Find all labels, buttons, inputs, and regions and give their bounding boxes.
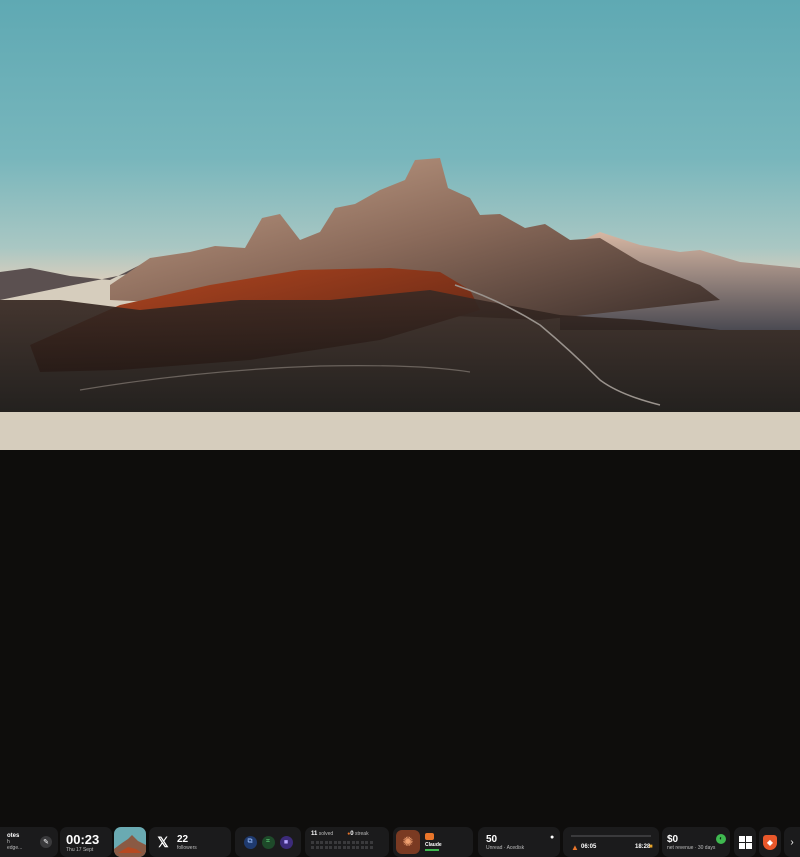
media-indicator-icon: ■	[649, 844, 653, 850]
solved-label: solved	[318, 831, 334, 837]
revenue-widget[interactable]: $0 net revenue · 30 days ◐	[662, 827, 730, 857]
window-app-icon[interactable]: ⧉	[243, 835, 257, 849]
unread-count: 50	[486, 833, 498, 845]
mountain-thumbnail-icon	[114, 827, 146, 857]
clock-date: Thu 17 Sept	[66, 846, 94, 853]
revenue-label: net revenue · 30 days	[667, 844, 716, 851]
unread-label: Unread · Acedisk	[486, 844, 525, 851]
purple-app-icon[interactable]: ■	[279, 835, 293, 849]
github-icon: ●	[550, 834, 555, 841]
x-logo-icon: 𝕏	[157, 833, 169, 850]
claude-widget[interactable]: ✺ Claude	[393, 827, 473, 857]
x-follower-count: 22	[177, 833, 189, 845]
revenue-amount: $0	[667, 833, 679, 845]
flame-icon: ▲	[571, 843, 579, 852]
unread-widget[interactable]: 50 Unread · Acedisk ●	[478, 827, 560, 857]
solved-count: 11	[311, 831, 318, 837]
x-follower-label: followers	[177, 844, 197, 851]
app-icons-widget: ⧉ ⌗ ■	[235, 827, 301, 857]
orange-badge-icon	[425, 833, 434, 840]
media-time-left: 06:05	[581, 844, 597, 850]
revenue-logo-icon: ◐	[716, 834, 726, 844]
widget-bar: otes h edge... ✎ 00:23 Thu 17 Sept 𝕏 22 …	[0, 412, 800, 857]
notes-widget[interactable]: otes h edge... ✎	[0, 827, 58, 857]
x-followers-widget[interactable]: 𝕏 22 followers	[149, 827, 231, 857]
streak-label: streak	[354, 831, 369, 837]
clock-widget: 00:23 Thu 17 Sept	[60, 827, 112, 857]
windows-logo-icon	[738, 835, 752, 849]
crop-app-icon[interactable]: ⌗	[261, 835, 275, 849]
desktop-wallpaper	[0, 0, 800, 450]
claude-label: Claude	[425, 842, 442, 848]
clock-time: 00:23	[66, 831, 100, 847]
brave-browser-icon: ◆	[763, 834, 777, 850]
media-progress-bar	[571, 835, 651, 837]
claude-app-icon: ✺	[396, 830, 420, 854]
media-widget[interactable]: ▲ 06:05 18:28 ■	[563, 827, 659, 857]
start-widget[interactable]	[734, 827, 756, 857]
solved-streak-widget[interactable]: 11 solved ●0 streak	[305, 827, 389, 857]
more-widget[interactable]: ›	[784, 827, 800, 857]
streak-count: 0	[350, 831, 354, 837]
edit-icon[interactable]: ✎	[40, 836, 52, 848]
claude-progress-bar	[425, 849, 439, 851]
notes-line: edge...	[7, 845, 23, 851]
chevron-right-icon: ›	[790, 836, 794, 848]
photo-widget[interactable]	[114, 827, 146, 857]
browser-widget[interactable]: ◆	[759, 827, 781, 857]
activity-grid	[311, 841, 373, 849]
